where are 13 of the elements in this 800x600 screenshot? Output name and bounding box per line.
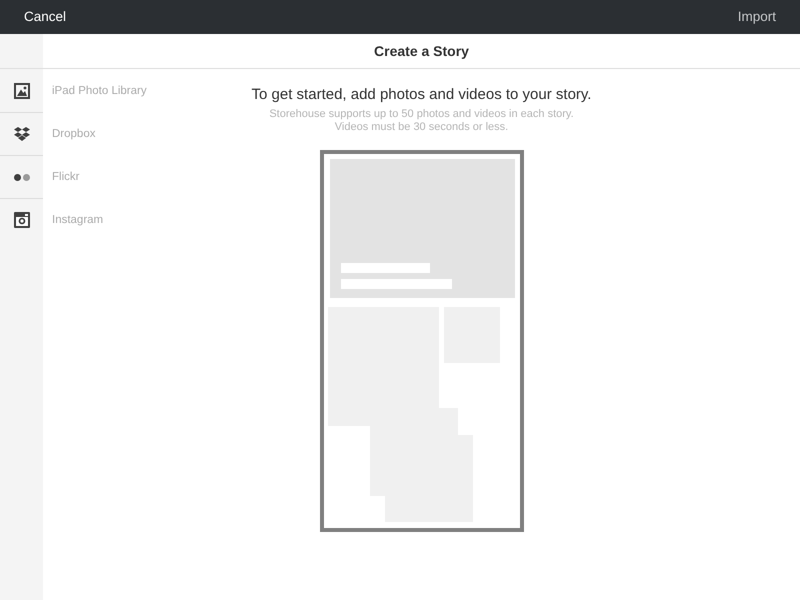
source-item[interactable]: Dropbox [0, 112, 96, 155]
two-dots-icon [14, 174, 30, 180]
source-item[interactable]: Instagram [0, 198, 104, 241]
intro-heading: To get started, add photos and videos to your story. [252, 86, 592, 104]
camera-icon [14, 212, 30, 228]
cancel-button[interactable]: Cancel [24, 9, 66, 25]
diamonds-icon [14, 127, 30, 141]
image-icon [14, 82, 30, 98]
source-item[interactable]: iPad Photo Library [0, 69, 147, 112]
info-text: Storehouse supports up to 50 photos and videos in each story. [269, 108, 574, 121]
info-text: Videos must be 30 seconds or less. [334, 121, 508, 134]
source-item[interactable]: Flickr [0, 155, 80, 198]
page-title: Create a Story [374, 43, 469, 59]
